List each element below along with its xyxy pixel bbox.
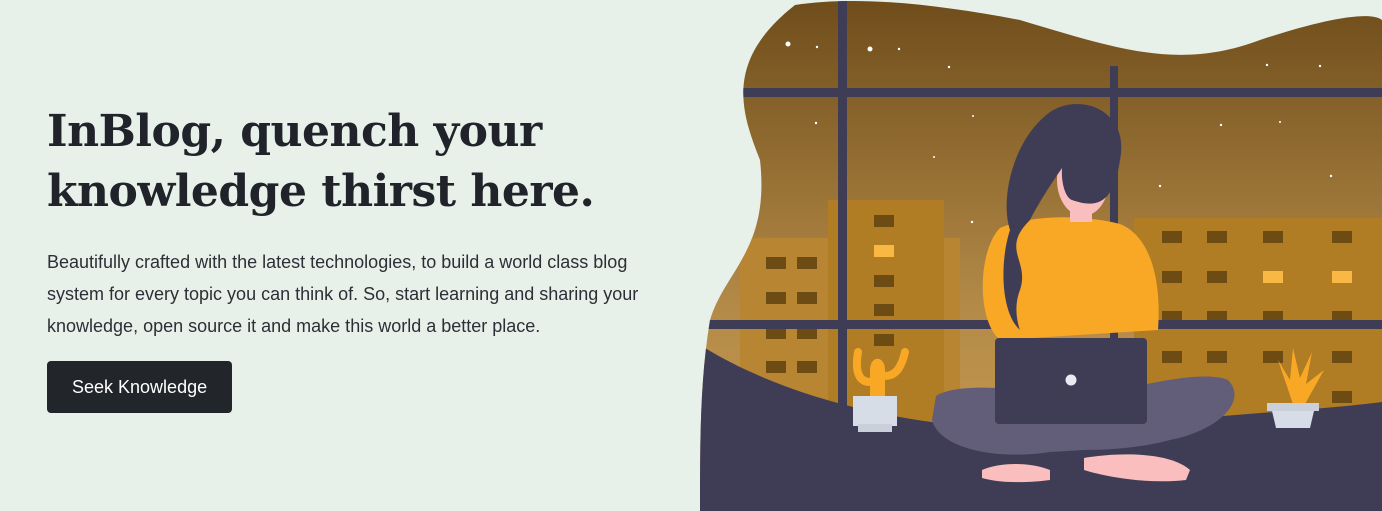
woman-with-laptop-illustration [700, 0, 1382, 511]
hero-description: Beautifully crafted with the latest tech… [47, 252, 639, 336]
hero-title: InBlog, quench your knowledge thirst her… [47, 102, 687, 222]
hero-section: InBlog, quench your knowledge thirst her… [0, 0, 1382, 511]
hero-text: InBlog, quench your knowledge thirst her… [47, 102, 687, 413]
hero-title-line-2: knowledge thirst here. [47, 166, 595, 217]
seek-knowledge-button[interactable]: Seek Knowledge [47, 361, 233, 413]
hero-title-line-1: InBlog, quench your [47, 106, 542, 157]
